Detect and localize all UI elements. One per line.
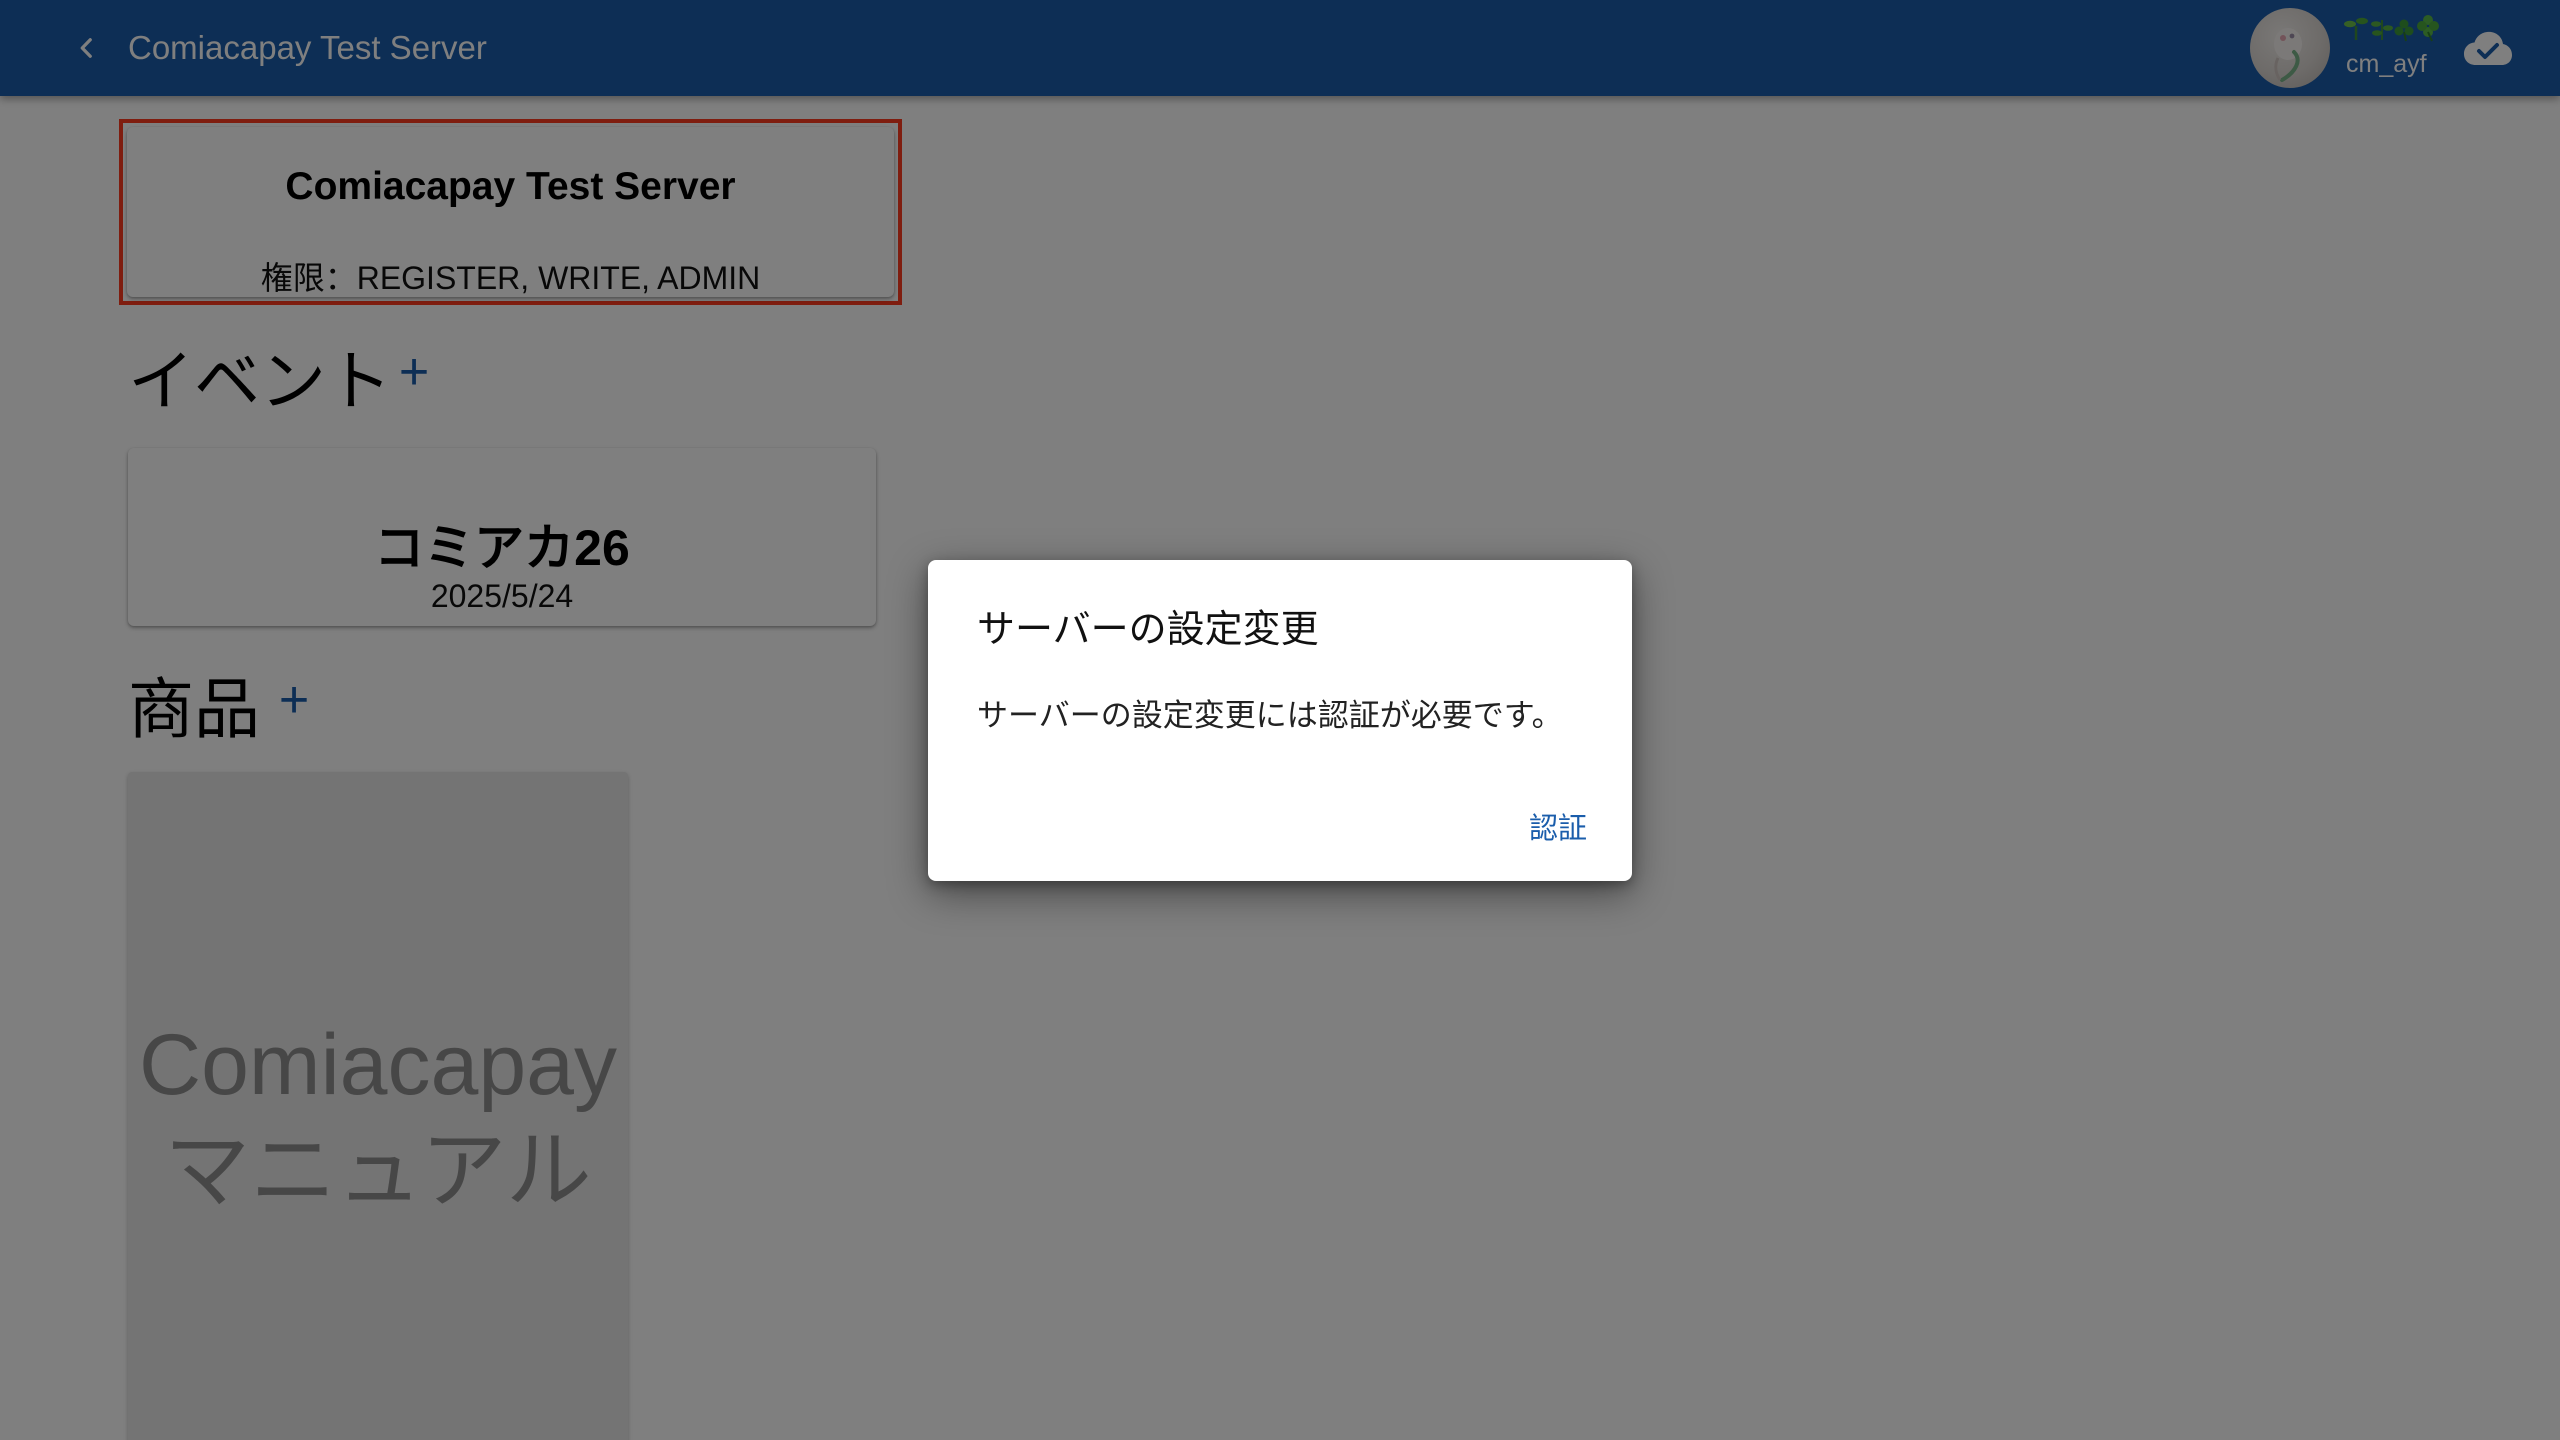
authenticate-button[interactable]: 認証 bbox=[1514, 804, 1602, 854]
auth-dialog: サーバーの設定変更 サーバーの設定変更には認証が必要です。 認証 bbox=[928, 560, 1632, 881]
dialog-title: サーバーの設定変更 bbox=[977, 609, 1319, 651]
app-root: Comiacapay Test Server bbox=[0, 0, 2560, 1440]
dialog-message: サーバーの設定変更には認証が必要です。 bbox=[977, 698, 1563, 733]
